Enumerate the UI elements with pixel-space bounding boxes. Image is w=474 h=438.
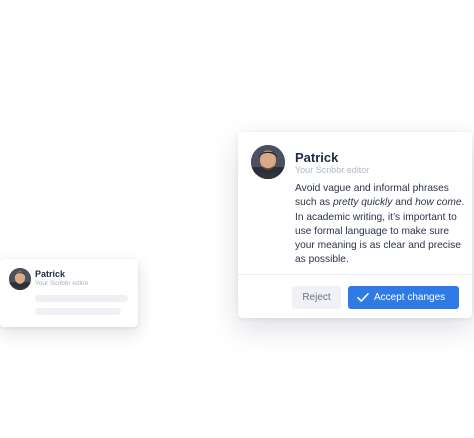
editor-name: Patrick: [295, 150, 339, 165]
avatar-photo: [9, 268, 31, 290]
avatar: [251, 145, 285, 179]
editor-role: Your Scribbr editor: [295, 165, 370, 175]
comment-text: Avoid vague and informal phrases such as…: [295, 182, 467, 268]
collapsed-comment-card[interactable]: Patrick Your Scribbr editor: [0, 259, 138, 327]
reject-button[interactable]: Reject: [292, 286, 341, 309]
comment-card: Patrick Your Scribbr editor Avoid vague …: [238, 132, 472, 318]
divider: [238, 274, 472, 275]
accept-changes-label: Accept changes: [374, 292, 446, 303]
comment-emphasis: pretty quickly: [332, 197, 393, 209]
comment-text-part: and: [392, 197, 416, 209]
editor-role: Your Scribbr editor: [35, 280, 89, 287]
text-placeholder-line: [35, 308, 121, 315]
avatar: [9, 268, 31, 290]
stage: Patrick Your Scribbr editor Patrick Your…: [0, 0, 474, 438]
check-icon: [357, 293, 369, 302]
comment-emphasis: how come: [415, 197, 462, 209]
text-placeholder-line: [35, 295, 128, 302]
editor-name: Patrick: [35, 269, 66, 279]
accept-changes-button[interactable]: Accept changes: [348, 286, 459, 309]
avatar-photo: [251, 145, 285, 179]
